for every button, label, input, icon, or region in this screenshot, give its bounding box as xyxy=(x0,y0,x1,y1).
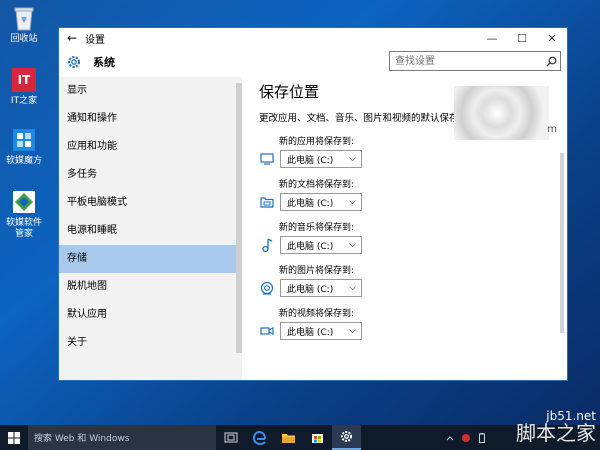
save-location-label: 新的文档将保存到: xyxy=(279,180,355,190)
recycle-bin-icon xyxy=(10,4,38,32)
settings-window: ← 设置 — ☐ ✕ 系统 显示 通知和操作 应用和功能 多任务 平 xyxy=(58,27,568,381)
desktop-icon-ithome[interactable]: IT IT之家 xyxy=(2,66,46,107)
thumb-suffix-text: m xyxy=(547,124,557,135)
cube-app-icon xyxy=(10,126,38,154)
ithome-logo-icon: IT xyxy=(10,66,38,94)
sidebar-item-notifications[interactable]: 通知和操作 xyxy=(59,105,242,133)
save-location-label: 新的音乐将保存到: xyxy=(279,223,355,233)
desktop-icon-ruanmei-mofang[interactable]: 软媒魔方 xyxy=(2,126,46,167)
sidebar-scrollbar[interactable] xyxy=(236,83,242,353)
chevron-down-icon: ⌵ xyxy=(349,154,356,164)
save-location-label: 新的视频将保存到: xyxy=(279,309,355,319)
title-bar: ← 设置 — ☐ ✕ xyxy=(59,28,567,48)
save-location-dropdown-videos[interactable]: 此电脑 (C:) ⌵ xyxy=(280,322,362,340)
taskbar: 搜索 Web 和 Windows xyxy=(0,425,600,450)
software-manager-icon xyxy=(10,188,38,216)
chevron-down-icon: ⌵ xyxy=(349,197,356,207)
maximize-button[interactable]: ☐ xyxy=(507,32,537,45)
desktop-icon-label: 软媒软件管家 xyxy=(5,218,42,239)
search-icon[interactable] xyxy=(542,56,560,67)
close-button[interactable]: ✕ xyxy=(537,32,567,45)
sidebar: 显示 通知和操作 应用和功能 多任务 平板电脑模式 电源和睡眠 存储 脱机地图 … xyxy=(59,77,242,380)
sidebar-item-default-apps[interactable]: 默认应用 xyxy=(59,301,242,329)
watermark-line2: 脚本之家 xyxy=(516,421,596,445)
store-icon[interactable] xyxy=(303,425,332,450)
save-location-dropdown-music[interactable]: 此电脑 (C:) ⌵ xyxy=(280,236,362,254)
swirl-image xyxy=(454,86,549,140)
windows-logo-icon xyxy=(8,431,20,444)
header-bar: 系统 xyxy=(59,48,567,76)
chevron-down-icon: ⌵ xyxy=(349,326,356,336)
window-title: 设置 xyxy=(85,34,105,46)
gear-icon xyxy=(61,53,87,71)
desktop-icon-recycle-bin[interactable]: 回收站 xyxy=(2,4,46,45)
sidebar-item-offline-maps[interactable]: 脱机地图 xyxy=(59,273,242,301)
minimize-button[interactable]: — xyxy=(477,32,507,45)
start-button[interactable] xyxy=(0,425,28,450)
save-location-dropdown-apps[interactable]: 此电脑 (C:) ⌵ xyxy=(280,150,362,168)
save-location-dropdown-documents[interactable]: 此电脑 (C:) ⌵ xyxy=(280,193,362,211)
file-explorer-icon[interactable] xyxy=(274,425,303,450)
desktop-icon-label: 回收站 xyxy=(10,34,38,44)
watermark: jb51.net 脚本之家 xyxy=(516,410,596,444)
video-icon xyxy=(259,323,275,339)
monitor-icon xyxy=(259,151,275,167)
save-location-videos: 新的视频将保存到: 此电脑 (C:) ⌵ xyxy=(259,306,559,340)
chevron-down-icon: ⌵ xyxy=(349,283,356,293)
save-location-music: 新的音乐将保存到: 此电脑 (C:) ⌵ xyxy=(259,220,559,254)
desktop-icon-software-manager[interactable]: 软媒软件管家 xyxy=(2,188,46,240)
battery-icon[interactable] xyxy=(474,425,490,450)
sidebar-item-storage[interactable]: 存储 xyxy=(59,245,242,273)
taskbar-search-box[interactable]: 搜索 Web 和 Windows xyxy=(28,425,216,450)
save-location-label: 新的图片将保存到: xyxy=(279,266,355,276)
content-scrollbar[interactable] xyxy=(560,153,564,333)
edge-browser-icon[interactable] xyxy=(245,425,274,450)
section-title: 系统 xyxy=(93,56,115,69)
save-location-pictures: 新的图片将保存到: 此电脑 (C:) ⌵ xyxy=(259,263,559,297)
tray-app-icon[interactable] xyxy=(458,425,474,450)
task-view-icon[interactable] xyxy=(216,425,245,450)
desktop-icon-label: IT之家 xyxy=(10,96,38,106)
search-input[interactable] xyxy=(390,54,542,68)
chevron-up-icon[interactable] xyxy=(442,425,458,450)
sidebar-item-display[interactable]: 显示 xyxy=(59,77,242,105)
chevron-down-icon: ⌵ xyxy=(349,240,356,250)
sidebar-item-power-sleep[interactable]: 电源和睡眠 xyxy=(59,217,242,245)
sidebar-item-tablet-mode[interactable]: 平板电脑模式 xyxy=(59,189,242,217)
taskbar-search-text: 搜索 Web 和 Windows xyxy=(34,434,130,444)
settings-taskbar-icon[interactable] xyxy=(332,425,361,450)
desktop-icon-label: 软媒魔方 xyxy=(5,156,42,166)
back-arrow-icon[interactable]: ← xyxy=(59,31,85,45)
sidebar-item-about[interactable]: 关于 xyxy=(59,329,242,357)
settings-search-box[interactable] xyxy=(389,51,561,71)
save-location-dropdown-pictures[interactable]: 此电脑 (C:) ⌵ xyxy=(280,279,362,297)
sidebar-item-multitasking[interactable]: 多任务 xyxy=(59,161,242,189)
sidebar-item-apps-features[interactable]: 应用和功能 xyxy=(59,133,242,161)
folder-icon xyxy=(259,194,275,210)
music-note-icon xyxy=(259,237,275,253)
save-location-documents: 新的文档将保存到: 此电脑 (C:) ⌵ xyxy=(259,177,559,211)
camera-icon xyxy=(259,280,275,296)
